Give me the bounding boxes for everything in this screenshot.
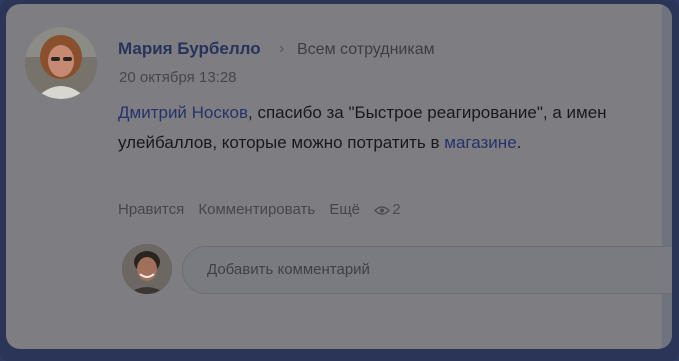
- comment-box[interactable]: [182, 246, 672, 294]
- views-counter: 2: [374, 201, 410, 218]
- post-text-fragment: , спасибо за "Быстрое реагирование", а и…: [248, 103, 607, 122]
- post-body: Дмитрий Носков, спасибо за "Быстрое реаг…: [118, 98, 672, 158]
- mention-link[interactable]: Дмитрий Носков: [118, 103, 248, 122]
- post-card: Мария Бурбелло › Всем сотрудникам 20 окт…: [6, 4, 672, 349]
- chevron-right-icon: ›: [279, 40, 285, 57]
- views-count: 2: [392, 201, 401, 218]
- more-button[interactable]: Ещё: [329, 201, 360, 218]
- post-text-fragment: улейбаллов, которые можно потратить в: [118, 133, 445, 152]
- comment-input[interactable]: [205, 260, 669, 279]
- like-button[interactable]: Нравится: [118, 201, 184, 218]
- author-name[interactable]: Мария Бурбелло: [118, 39, 261, 59]
- post-text-fragment: .: [516, 133, 522, 152]
- author-avatar-image: [25, 27, 97, 99]
- post-body-line-1: Дмитрий Носков, спасибо за "Быстрое реаг…: [118, 98, 672, 128]
- comment-button[interactable]: Комментировать: [198, 201, 315, 218]
- scroll-edge: [662, 4, 672, 349]
- post-timestamp[interactable]: 20 октября 13:28: [119, 69, 237, 86]
- post-body-line-2: улейбаллов, которые можно потратить в ма…: [118, 128, 672, 158]
- current-user-avatar-image: [122, 244, 172, 294]
- eye-icon: [374, 205, 391, 215]
- shop-link[interactable]: магазине: [444, 133, 516, 152]
- author-avatar[interactable]: [25, 27, 97, 99]
- post-audience[interactable]: Всем сотрудникам: [297, 41, 435, 59]
- window-frame: Мария Бурбелло › Всем сотрудникам 20 окт…: [0, 0, 679, 361]
- post-actions: Нравится Комментировать Ещё 2: [118, 201, 421, 218]
- current-user-avatar[interactable]: [122, 244, 172, 294]
